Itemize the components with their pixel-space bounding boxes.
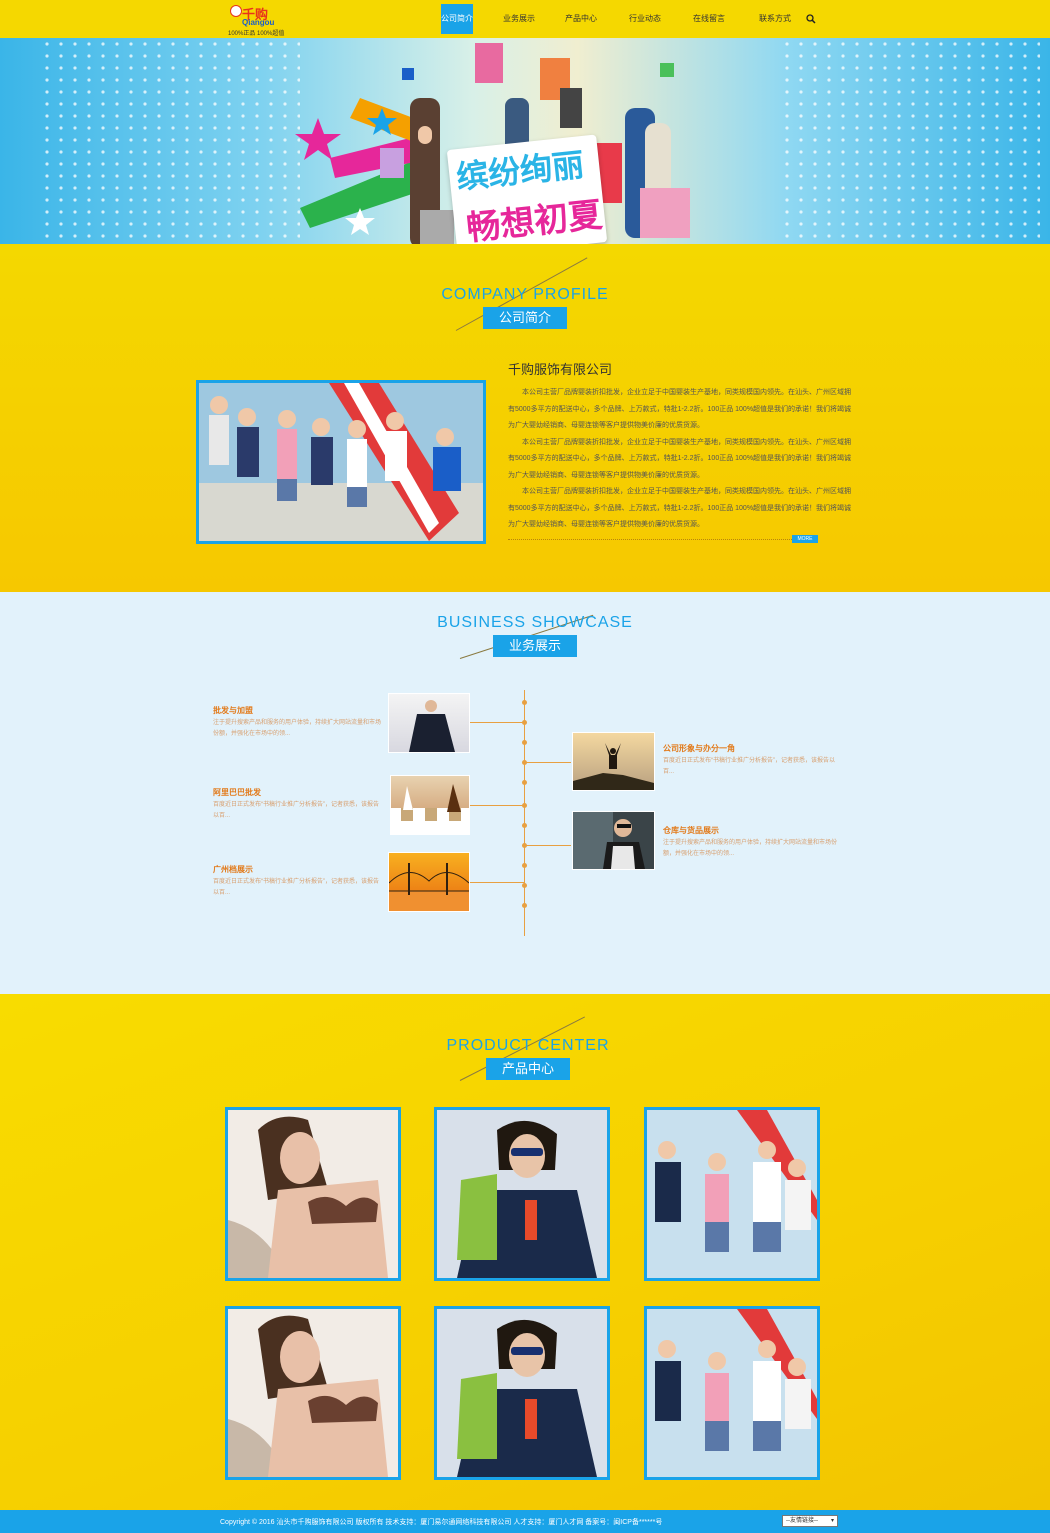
timeline-connector bbox=[470, 722, 524, 723]
lingerie-model-image bbox=[228, 1309, 398, 1477]
chess-image bbox=[391, 784, 469, 834]
friend-links-select[interactable]: --友情链接-- ▾ bbox=[782, 1515, 838, 1527]
timeline-axis bbox=[524, 690, 525, 936]
intro-paragraph: 本公司主营厂品牌婴装折扣批发，企业立足于中国婴装生产基地，同类规模国内领先。在汕… bbox=[508, 389, 852, 429]
timeline-dot bbox=[522, 883, 527, 888]
logo-tagline: 100%正品 100%超值 bbox=[228, 31, 285, 37]
summer-group-image bbox=[647, 1110, 817, 1278]
summit-person-image bbox=[573, 743, 654, 790]
intro-paragraph: 本公司主营厂品牌婴装折扣批发，企业立足于中国婴装生产基地，同类规模国内领先。在汕… bbox=[508, 438, 852, 479]
profile-photo bbox=[196, 380, 486, 544]
businessman-image bbox=[409, 700, 455, 752]
profile-title-en: COMPANY PROFILE bbox=[441, 286, 609, 303]
presenter-image bbox=[573, 812, 645, 869]
nav-item-contact[interactable]: 联系方式 bbox=[759, 4, 791, 34]
timeline-dot bbox=[522, 823, 527, 828]
biz-item-desc: 百度近日正式发布“书稿行业推广分析报告”，记者获悉，该报告以百... bbox=[213, 802, 379, 819]
timeline-connector bbox=[470, 882, 524, 883]
biz-image-warehouse[interactable] bbox=[572, 811, 655, 870]
company-name: 千购服饰有限公司 bbox=[508, 362, 613, 377]
biz-image-bridge[interactable] bbox=[388, 852, 470, 912]
nav-item-news[interactable]: 行业动态 bbox=[629, 4, 661, 34]
timeline-dot bbox=[522, 700, 527, 705]
timeline-dot bbox=[522, 903, 527, 908]
product-card-group[interactable] bbox=[644, 1107, 820, 1281]
group-photo-image bbox=[199, 383, 483, 541]
site-footer: Copyright © 2016 汕头市千购服饰有限公司 版权所有 技术支持：厦… bbox=[0, 1510, 1050, 1533]
logo-text-en: Qiangou bbox=[242, 18, 275, 27]
biz-image-summit[interactable] bbox=[572, 732, 655, 791]
dotted-divider bbox=[508, 539, 792, 540]
lingerie-model-image bbox=[228, 1110, 398, 1278]
site-logo[interactable]: 千购 Qiangou 100%正品 100%超值 bbox=[228, 3, 288, 37]
nav-item-business[interactable]: 业务展示 bbox=[503, 4, 535, 34]
product-card-group[interactable] bbox=[644, 1306, 820, 1480]
business-title-cn: 业务展示 bbox=[492, 635, 577, 657]
biz-item-title[interactable]: 广州档展示 bbox=[213, 864, 253, 875]
chevron-down-icon: ▾ bbox=[830, 1518, 834, 1524]
summer-group-image bbox=[647, 1309, 817, 1477]
timeline-connector bbox=[525, 845, 571, 846]
biz-item-desc: 注于提升搜索产品和服务的用户体验，持续扩大网站流量和市场份额，并强化在市场中的领… bbox=[213, 720, 382, 737]
logo-mascot-icon bbox=[230, 5, 242, 17]
product-section-title: PRODUCT CENTER 产品中心 bbox=[428, 1037, 628, 1080]
timeline-dot bbox=[522, 740, 527, 745]
biz-item-desc: 百度近日正式发布“书稿行业推广分析报告”，记者获悉，该报告以百... bbox=[663, 758, 835, 775]
product-card-jacket[interactable] bbox=[434, 1107, 610, 1281]
hero-banner[interactable]: 缤纷绚丽 畅想初夏 bbox=[0, 38, 1050, 244]
profile-section-title: COMPANY PROFILE 公司简介 bbox=[425, 286, 625, 329]
friend-links-selected: --友情链接-- bbox=[786, 1518, 818, 1524]
bridge-image bbox=[388, 863, 470, 911]
product-card-lingerie[interactable] bbox=[225, 1107, 401, 1281]
biz-item-title[interactable]: 公司形象与办分一角 bbox=[663, 743, 735, 754]
profile-title-cn: 公司简介 bbox=[482, 307, 567, 329]
business-section-title: BUSINESS SHOWCASE 业务展示 bbox=[430, 614, 640, 657]
copyright-text: Copyright © 2016 汕头市千购服饰有限公司 版权所有 技术支持：厦… bbox=[220, 1519, 663, 1526]
product-title-en: PRODUCT CENTER bbox=[446, 1037, 610, 1054]
biz-item-title[interactable]: 阿里巴巴批发 bbox=[213, 787, 261, 798]
biz-image-suit[interactable] bbox=[388, 693, 470, 753]
company-intro-text: 本公司主营厂品牌婴装折扣批发，企业立足于中国婴装生产基地，同类规模国内领先。在汕… bbox=[508, 385, 854, 534]
business-title-en: BUSINESS SHOWCASE bbox=[437, 614, 633, 631]
biz-item-desc: 注于提升搜索产品和服务的用户体验，持续扩大网站流量和市场份额，并强化在市场中的领… bbox=[663, 840, 838, 857]
timeline-dot bbox=[522, 863, 527, 868]
product-card-lingerie[interactable] bbox=[225, 1306, 401, 1480]
intro-paragraph: 本公司主营厂品牌婴装折扣批发，企业立足于中国婴装生产基地，同类规模国内领先。在汕… bbox=[508, 488, 852, 528]
main-nav: 公司简介 业务展示 产品中心 行业动态 在线留言 联系方式 bbox=[441, 4, 821, 34]
nav-item-message[interactable]: 在线留言 bbox=[693, 4, 725, 34]
biz-item-title[interactable]: 批发与加盟 bbox=[213, 705, 253, 716]
product-title-cn: 产品中心 bbox=[485, 1058, 570, 1080]
outdoor-jacket-image bbox=[437, 1309, 607, 1477]
outdoor-jacket-image bbox=[437, 1110, 607, 1278]
top-navbar: 千购 Qiangou 100%正品 100%超值 公司简介 业务展示 产品中心 … bbox=[0, 0, 1050, 38]
timeline-connector bbox=[525, 762, 571, 763]
biz-image-chess[interactable] bbox=[390, 775, 470, 835]
product-card-jacket[interactable] bbox=[434, 1306, 610, 1480]
timeline-connector bbox=[470, 805, 524, 806]
biz-item-title[interactable]: 仓库与货品展示 bbox=[663, 825, 719, 836]
timeline-dot bbox=[522, 780, 527, 785]
nav-item-products[interactable]: 产品中心 bbox=[565, 4, 597, 34]
nav-item-profile[interactable]: 公司简介 bbox=[441, 4, 473, 34]
search-icon[interactable] bbox=[801, 4, 821, 34]
more-button[interactable]: MORE bbox=[792, 535, 818, 543]
biz-item-desc: 百度近日正式发布“书稿行业推广分析报告”，记者获悉，该报告以百... bbox=[213, 879, 379, 896]
